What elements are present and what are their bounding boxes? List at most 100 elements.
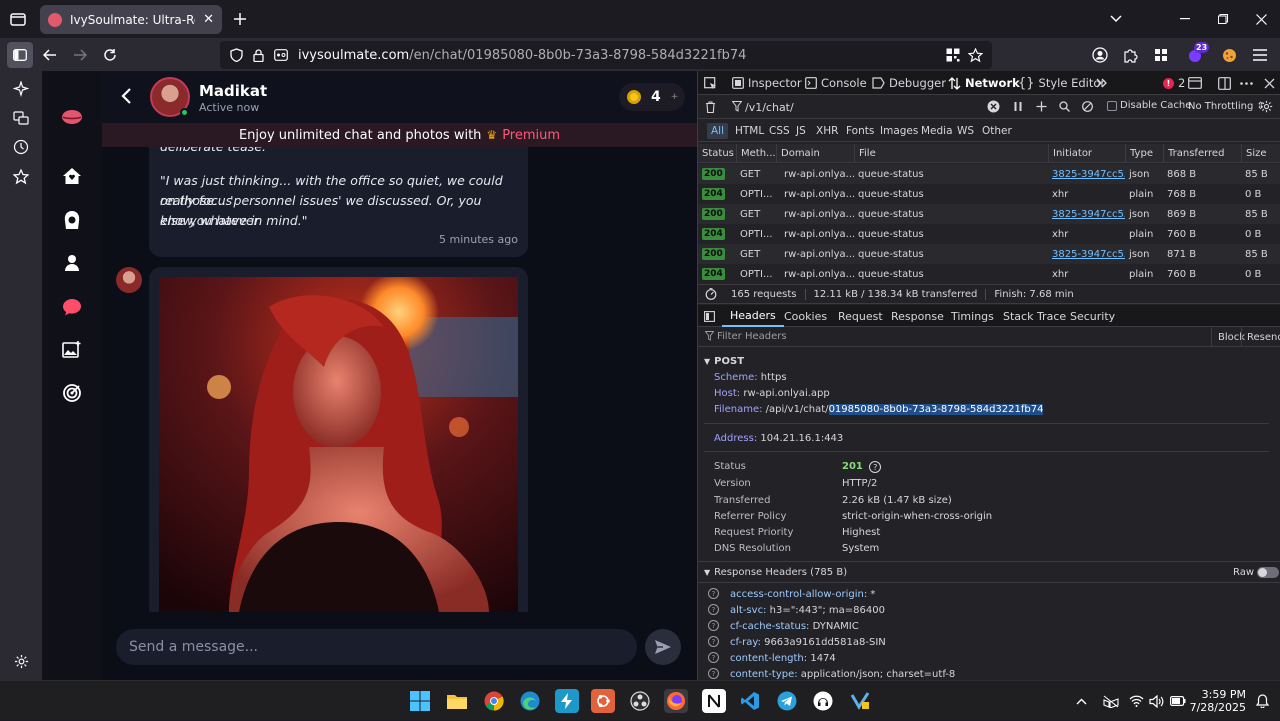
minimize-icon[interactable] [1174, 8, 1196, 30]
ubuntu-icon[interactable] [591, 689, 615, 713]
toggle-sidebar-icon[interactable] [704, 305, 715, 327]
headset-app-icon[interactable] [811, 689, 835, 713]
tab-stack-trace[interactable]: Stack Trace [1003, 305, 1066, 327]
history-clock-icon[interactable] [11, 137, 31, 157]
initiator-link[interactable]: 3825-3947cc55... [1052, 249, 1125, 260]
filter-fonts[interactable]: Fonts [842, 123, 878, 139]
target-goals-icon[interactable] [60, 381, 84, 405]
maximize-icon[interactable] [1212, 8, 1234, 30]
dock-options-icon[interactable] [1218, 71, 1231, 95]
synced-tabs-icon[interactable] [11, 108, 31, 128]
column-transferred[interactable]: Transferred [1163, 144, 1241, 163]
filter-media[interactable]: Media [917, 123, 957, 139]
raw-switch[interactable] [1257, 567, 1280, 578]
tab-style-editor[interactable]: {} Style Editor [1018, 71, 1105, 95]
firefox-icon[interactable] [664, 689, 688, 713]
filter-html[interactable]: HTML [731, 123, 768, 139]
send-button[interactable] [645, 629, 681, 665]
chrome-icon[interactable] [482, 689, 506, 713]
request-row[interactable]: 204 OPTI... rw-api.onlya... queue-status xhr… [698, 184, 1280, 204]
browser-tab-active[interactable]: IvySoulmate: Ultra-Realistic AI P ✕ [40, 5, 222, 34]
header-help-icon[interactable]: ? [708, 668, 719, 679]
resend-button[interactable]: Resend [1241, 327, 1280, 347]
element-picker-icon[interactable] [704, 71, 717, 95]
premium-link[interactable]: Premium [502, 128, 560, 143]
more-tools-chevron-icon[interactable] [1096, 71, 1107, 95]
tab-inspector[interactable]: Inspector [732, 71, 802, 95]
battery-icon[interactable] [1170, 681, 1186, 721]
power-automate-icon[interactable] [555, 689, 579, 713]
obs-studio-icon[interactable] [628, 689, 652, 713]
column-type[interactable]: Type [1125, 144, 1163, 163]
block-requests-icon[interactable] [1082, 101, 1093, 112]
filter-xhr[interactable]: XHR [812, 123, 842, 139]
chat-bubble-icon[interactable] [60, 295, 84, 319]
throttling-select[interactable]: No Throttling ⇕ [1188, 101, 1265, 112]
sidebar-toggle-icon[interactable] [7, 42, 33, 68]
network-offline-icon[interactable] [1103, 681, 1119, 721]
help-icon[interactable]: ? [869, 460, 882, 473]
header-help-icon[interactable]: ? [708, 588, 719, 599]
filename-id-selected[interactable]: 01985080-8b0b-73a3-8798-584d3221fb74 [828, 404, 1044, 415]
performance-timer-icon[interactable] [698, 288, 723, 300]
edge-icon[interactable] [518, 689, 542, 713]
visual-studio-icon[interactable] [848, 689, 872, 713]
vscode-icon[interactable] [738, 689, 762, 713]
premium-banner[interactable]: Enjoy unlimited chat and photos with ♛ P… [102, 123, 697, 147]
request-row[interactable]: 204 OPTI... rw-api.onlya... queue-status xhr… [698, 224, 1280, 244]
tab-response[interactable]: Response [891, 305, 944, 327]
header-help-icon[interactable]: ? [708, 636, 719, 647]
characters-icon[interactable] [60, 208, 84, 232]
coin-balance-button[interactable]: 4 + [619, 83, 685, 111]
image-generate-icon[interactable] [60, 337, 84, 361]
show-hidden-icons-chevron[interactable] [1076, 681, 1087, 721]
new-tab-button[interactable] [229, 8, 251, 30]
lock-icon[interactable] [253, 48, 264, 62]
tab-network[interactable]: Network [948, 71, 1020, 95]
close-devtools-icon[interactable] [1264, 71, 1275, 95]
extension-badge-icon[interactable]: 23 [1182, 42, 1210, 68]
tab-list-icon[interactable] [5, 6, 31, 32]
request-row[interactable]: 200 GET rw-api.onlya... queue-status 3825-39… [698, 244, 1280, 264]
telegram-icon[interactable] [775, 689, 799, 713]
devtools-menu-icon[interactable] [1240, 71, 1253, 95]
filter-other[interactable]: Other [978, 123, 1016, 139]
disable-cache-checkbox[interactable]: Disable Cache [1107, 100, 1191, 111]
column-file[interactable]: File [854, 144, 1048, 163]
brand-logo-lips-icon[interactable] [60, 105, 84, 129]
url-text[interactable]: ivysoulmate.com/en/chat/01985080-8b0b-73… [298, 48, 746, 63]
notion-icon[interactable] [702, 689, 726, 713]
filter-ws[interactable]: WS [953, 123, 978, 139]
list-all-tabs-icon[interactable] [1105, 8, 1127, 30]
close-window-icon[interactable] [1250, 8, 1272, 30]
request-row[interactable]: 200 GET rw-api.onlya... queue-status 3825-39… [698, 204, 1280, 224]
tab-close-icon[interactable]: ✕ [203, 12, 214, 27]
tab-request[interactable]: Request [838, 305, 883, 327]
clear-trash-icon[interactable] [705, 101, 716, 113]
tracking-protection-shield-icon[interactable] [230, 48, 243, 62]
header-help-icon[interactable]: ? [708, 652, 719, 663]
start-windows-icon[interactable] [408, 689, 432, 713]
extensions-puzzle-icon[interactable] [1117, 42, 1143, 68]
column-domain[interactable]: Domain [776, 144, 854, 163]
wifi-icon[interactable] [1129, 681, 1144, 721]
bookmark-star-icon[interactable] [962, 42, 988, 68]
clear-filter-icon[interactable] [987, 100, 1000, 113]
search-icon[interactable] [1059, 101, 1070, 112]
forward-button[interactable] [67, 42, 93, 68]
url-bar[interactable]: ivysoulmate.com/en/chat/01985080-8b0b-73… [220, 41, 992, 69]
pause-recording-icon[interactable] [1013, 101, 1023, 112]
app-menu-icon[interactable] [1247, 42, 1273, 68]
request-method-toggle[interactable]: ▼ POST [704, 354, 744, 369]
message-input[interactable]: Send a message... [116, 629, 637, 665]
back-button[interactable] [37, 42, 63, 68]
file-explorer-icon[interactable] [445, 689, 469, 713]
bookmarks-star-icon[interactable] [11, 167, 31, 187]
back-chevron-icon[interactable] [120, 87, 132, 105]
header-help-icon[interactable]: ? [708, 620, 719, 631]
notification-bell-icon[interactable] [1256, 681, 1269, 721]
initiator-link[interactable]: 3825-3947cc55... [1052, 209, 1125, 220]
filter-all[interactable]: All [707, 123, 729, 139]
account-icon[interactable] [1087, 42, 1113, 68]
tab-timings[interactable]: Timings [951, 305, 994, 327]
